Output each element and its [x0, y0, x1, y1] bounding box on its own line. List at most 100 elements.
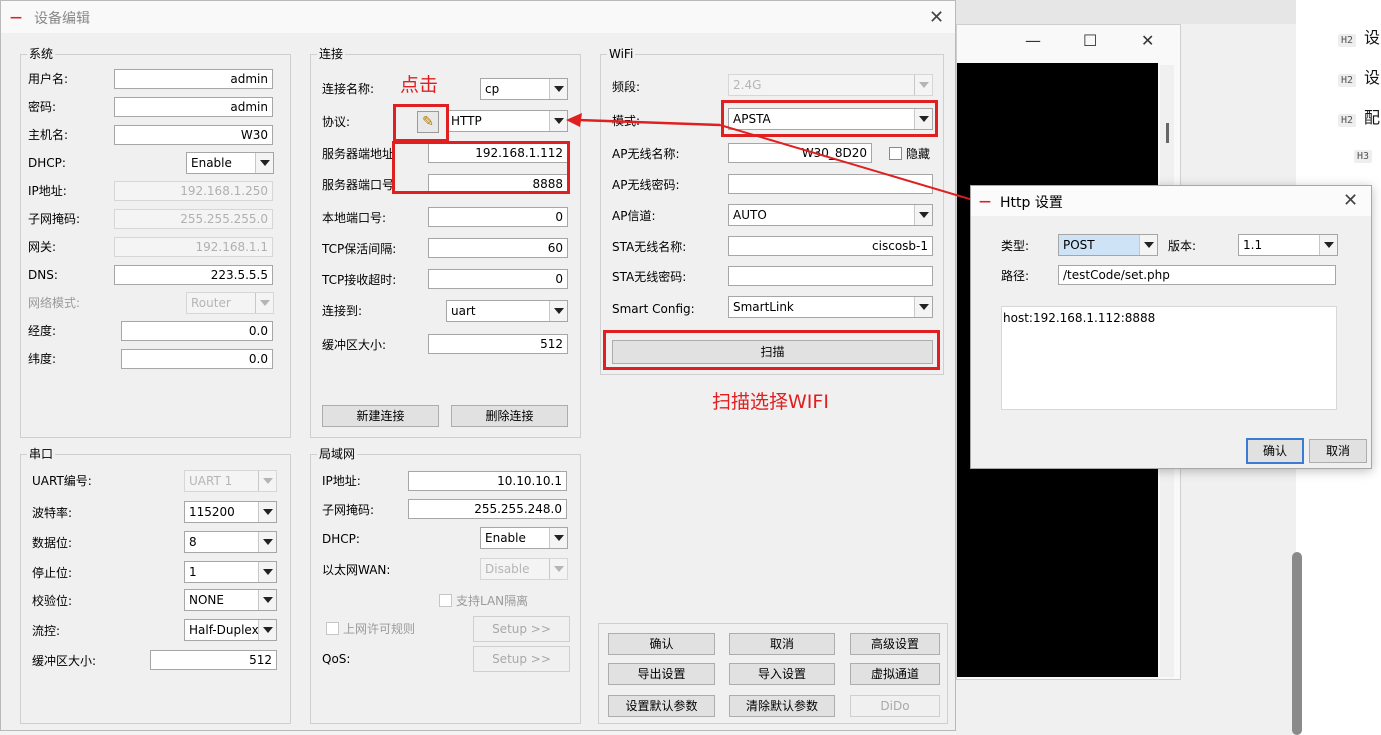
- close-icon[interactable]: ✕: [1141, 31, 1154, 50]
- chevron-down-icon[interactable]: [549, 528, 567, 548]
- wan-select[interactable]: Disable: [480, 558, 568, 580]
- band-select[interactable]: 2.4G: [728, 74, 933, 96]
- lan-mask-input[interactable]: 255.255.248.0: [408, 499, 567, 519]
- chevron-down-icon[interactable]: [258, 562, 276, 582]
- maximize-icon[interactable]: ☐: [1083, 31, 1097, 50]
- chevron-down-icon[interactable]: [258, 502, 276, 522]
- title-bar: — 设备编辑 ✕: [1, 1, 955, 33]
- protocol-label: 协议:: [322, 115, 351, 129]
- minimize-icon[interactable]: —: [1025, 31, 1041, 50]
- qos-setup-button[interactable]: Setup >>: [473, 646, 570, 672]
- advanced-settings-button[interactable]: 高级设置: [850, 633, 940, 655]
- chevron-down-icon[interactable]: [549, 301, 567, 321]
- chevron-down-icon[interactable]: [1319, 235, 1337, 255]
- sta-pwd-input[interactable]: [728, 266, 933, 286]
- virtual-channel-button[interactable]: 虚拟通道: [850, 663, 940, 685]
- keepalive-input[interactable]: 60: [428, 238, 568, 258]
- chevron-down-icon[interactable]: [549, 559, 567, 579]
- lan-dhcp-label: DHCP:: [322, 532, 360, 546]
- connect-to-select[interactable]: uart: [446, 300, 568, 322]
- sta-pwd-label: STA无线密码:: [612, 270, 687, 284]
- username-input[interactable]: admin: [114, 69, 273, 89]
- access-rule-setup-button[interactable]: Setup >>: [473, 616, 570, 642]
- dhcp-select[interactable]: Enable: [186, 152, 274, 174]
- latitude-label: 纬度:: [28, 352, 57, 366]
- access-rule-checkbox[interactable]: [326, 622, 339, 635]
- lan-isolation-checkbox[interactable]: [439, 594, 452, 607]
- chevron-down-icon[interactable]: [258, 471, 276, 491]
- type-label: 类型:: [1001, 239, 1030, 253]
- ip-input[interactable]: 192.168.1.250: [114, 181, 273, 201]
- toc-item[interactable]: H2 设: [1338, 24, 1380, 48]
- version-select[interactable]: 1.1: [1238, 234, 1338, 256]
- clear-default-button[interactable]: 清除默认参数: [729, 695, 835, 717]
- uart-select[interactable]: UART 1: [184, 470, 277, 492]
- title-bar: — Http 设置 ✕: [971, 186, 1371, 216]
- connect-name-select[interactable]: cp: [480, 78, 568, 100]
- mask-label: 子网掩码:: [28, 212, 81, 226]
- baud-select[interactable]: 115200: [184, 501, 277, 523]
- cancel-button[interactable]: 取消: [729, 633, 835, 655]
- close-icon[interactable]: ✕: [1343, 192, 1358, 210]
- new-connection-button[interactable]: 新建连接: [322, 405, 439, 427]
- databits-label: 数据位:: [32, 536, 73, 550]
- qos-label: QoS:: [322, 652, 351, 666]
- annotation-arrow: [566, 113, 990, 206]
- toc-item[interactable]: H3: [1354, 144, 1380, 163]
- chevron-down-icon[interactable]: [258, 590, 276, 610]
- local-port-input[interactable]: 0: [428, 207, 568, 227]
- smart-config-select[interactable]: SmartLink: [728, 296, 933, 318]
- gateway-input[interactable]: 192.168.1.1: [114, 237, 273, 257]
- http-confirm-button[interactable]: 确认: [1246, 438, 1304, 464]
- http-settings-dialog: — Http 设置 ✕ 类型: POST 版本: 1.1 路径: /testCo…: [970, 185, 1372, 469]
- latitude-input[interactable]: 0.0: [121, 349, 273, 369]
- mask-input[interactable]: 255.255.255.0: [114, 209, 273, 229]
- chevron-down-icon[interactable]: [914, 75, 932, 95]
- netmode-select[interactable]: Router: [186, 292, 274, 314]
- chevron-down-icon[interactable]: [549, 79, 567, 99]
- lan-isolation-label: 支持LAN隔离: [456, 594, 529, 608]
- export-settings-button[interactable]: 导出设置: [608, 663, 715, 685]
- hostname-input[interactable]: W30: [114, 125, 273, 145]
- stopbits-select[interactable]: 1: [184, 561, 277, 583]
- databits-select[interactable]: 8: [184, 531, 277, 553]
- annotation-box-edit: [393, 104, 449, 142]
- wan-label: 以太网WAN:: [322, 563, 391, 577]
- lan-dhcp-select[interactable]: Enable: [480, 527, 568, 549]
- import-settings-button[interactable]: 导入设置: [729, 663, 835, 685]
- scrollbar-thumb[interactable]: [1166, 123, 1169, 143]
- chevron-down-icon[interactable]: [255, 293, 273, 313]
- close-icon[interactable]: ✕: [929, 9, 944, 27]
- scrollbar-thumb[interactable]: [1292, 552, 1302, 735]
- http-cancel-button[interactable]: 取消: [1309, 439, 1367, 463]
- ip-label: IP地址:: [28, 184, 67, 198]
- flow-select[interactable]: Half-Duplex: [184, 619, 277, 641]
- longitude-input[interactable]: 0.0: [121, 321, 273, 341]
- chevron-down-icon[interactable]: [255, 153, 273, 173]
- set-default-button[interactable]: 设置默认参数: [608, 695, 715, 717]
- chevron-down-icon[interactable]: [914, 297, 932, 317]
- password-input[interactable]: admin: [114, 97, 273, 117]
- type-select[interactable]: POST: [1058, 234, 1158, 256]
- lan-ip-label: IP地址:: [322, 474, 361, 488]
- buffer-input[interactable]: 512: [428, 334, 568, 354]
- dns-input[interactable]: 223.5.5.5: [114, 265, 273, 285]
- sta-ssid-input[interactable]: ciscosb-1: [728, 236, 933, 256]
- serial-buffer-input[interactable]: 512: [150, 650, 277, 670]
- protocol-select[interactable]: HTTP: [446, 110, 568, 132]
- confirm-button[interactable]: 确认: [608, 633, 715, 655]
- delete-connection-button[interactable]: 删除连接: [451, 405, 568, 427]
- toc-item[interactable]: H2 配: [1338, 104, 1380, 128]
- timeout-input[interactable]: 0: [428, 269, 568, 289]
- path-input[interactable]: /testCode/set.php: [1058, 265, 1336, 285]
- headers-textarea[interactable]: host:192.168.1.112:8888: [1001, 306, 1337, 410]
- lan-ip-input[interactable]: 10.10.10.1: [408, 471, 567, 491]
- chevron-down-icon[interactable]: [1139, 235, 1157, 255]
- parity-select[interactable]: NONE: [184, 589, 277, 611]
- annotation-scan-hint: 扫描选择WIFI: [712, 391, 829, 413]
- chevron-down-icon[interactable]: [258, 620, 276, 640]
- chevron-down-icon[interactable]: [258, 532, 276, 552]
- toc-item[interactable]: H2 设: [1338, 64, 1380, 88]
- dido-button[interactable]: DiDo: [850, 695, 940, 717]
- serial-buffer-label: 缓冲区大小:: [32, 654, 97, 668]
